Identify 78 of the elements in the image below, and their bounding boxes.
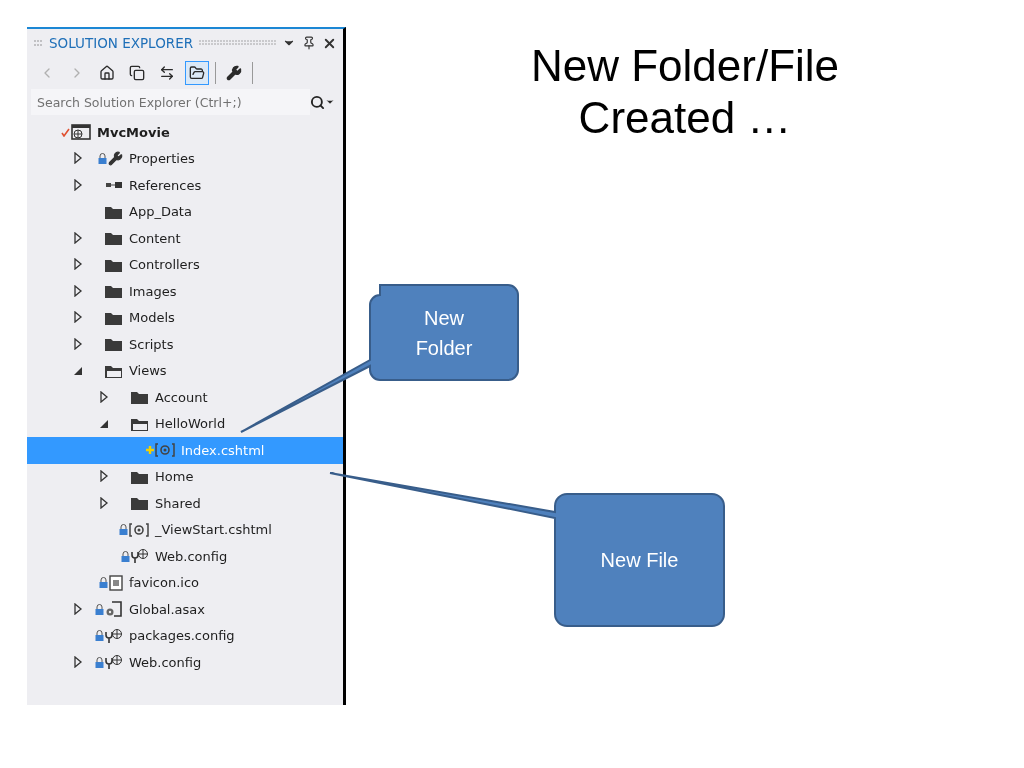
folder-icon: [104, 337, 123, 352]
tree-item[interactable]: Global.asax: [129, 601, 205, 617]
collapsed-arrow-icon[interactable]: [99, 390, 109, 403]
tree-item[interactable]: App_Data: [129, 204, 192, 220]
tree-item[interactable]: _ViewStart.cshtml: [155, 522, 272, 538]
folder-icon: [104, 284, 123, 299]
tree-item[interactable]: Web.config: [155, 548, 228, 564]
collapsed-arrow-icon[interactable]: [73, 231, 83, 244]
references-icon: [105, 181, 123, 190]
search-icon[interactable]: [310, 94, 325, 110]
folder-icon: [189, 65, 205, 81]
callout-text: New File: [600, 548, 679, 573]
tree-item[interactable]: Properties: [129, 151, 195, 167]
collapsed-arrow-icon[interactable]: [73, 258, 83, 271]
search-field[interactable]: Search Solution Explorer (Ctrl+;): [31, 89, 310, 115]
image-file-icon: [109, 574, 123, 591]
slide-title: New Folder/File: [530, 40, 840, 92]
open-folder-icon: [130, 416, 149, 431]
collapsed-arrow-icon[interactable]: [73, 602, 83, 615]
lock-icon: [121, 550, 130, 562]
collapsed-arrow-icon[interactable]: [99, 496, 109, 509]
collapsed-arrow-icon[interactable]: [73, 152, 83, 165]
folder-icon: [130, 469, 149, 484]
folder-icon: [104, 310, 123, 325]
stacked-windows-icon: [129, 65, 145, 81]
tree-item[interactable]: Account: [155, 389, 208, 405]
config-file-icon: [105, 628, 123, 643]
toolbar-button[interactable]: [185, 61, 209, 85]
sync-arrows-icon: [159, 65, 175, 81]
tree-item[interactable]: Home: [155, 469, 194, 485]
collapsed-arrow-icon[interactable]: [73, 655, 83, 668]
grip-icon: [199, 40, 276, 46]
folder-icon: [130, 496, 149, 511]
open-folder-icon: [104, 363, 123, 378]
grip-icon: [33, 40, 43, 46]
collapsed-arrow-icon[interactable]: [73, 337, 83, 350]
tree-item[interactable]: Controllers: [129, 257, 200, 273]
folder-icon: [104, 204, 123, 219]
config-file-icon: [105, 655, 123, 670]
collapsed-arrow-icon[interactable]: [73, 284, 83, 297]
folder-icon: [104, 257, 123, 272]
tree-item[interactable]: favicon.ico: [129, 575, 200, 591]
lock-icon: [95, 656, 104, 668]
callout-text: Folder: [415, 335, 473, 361]
lock-icon: [99, 577, 108, 589]
slide-title: Created …: [578, 92, 792, 144]
collapsed-arrow-icon[interactable]: [99, 470, 109, 483]
dropdown-icon[interactable]: [325, 97, 335, 107]
razor-file-icon: [129, 522, 149, 537]
lock-icon: [98, 153, 107, 165]
wrench-icon: [226, 65, 242, 81]
collapsed-arrow-icon[interactable]: [73, 311, 83, 324]
config-file-icon: [131, 549, 149, 564]
tree-item[interactable]: Scripts: [129, 336, 174, 352]
wrench-icon: [108, 151, 123, 167]
tree-item[interactable]: Views: [129, 363, 167, 379]
tree-item[interactable]: HelloWorld: [155, 416, 226, 432]
folder-icon: [104, 231, 123, 246]
lock-icon: [119, 524, 128, 536]
lock-icon: [95, 603, 104, 615]
tree-item[interactable]: Shared: [155, 495, 201, 511]
tree-item[interactable]: References: [129, 177, 202, 193]
tree-item[interactable]: Images: [129, 283, 177, 299]
tree-item[interactable]: Models: [129, 310, 175, 326]
panel-title: SOLUTION EXPLORER: [49, 35, 194, 51]
collapsed-arrow-icon[interactable]: [73, 178, 83, 191]
gear-file-icon: [105, 601, 123, 618]
web-project-icon: [71, 124, 91, 141]
tree-item[interactable]: packages.config: [129, 628, 235, 644]
tree-item[interactable]: Content: [129, 230, 181, 246]
home-icon: [99, 65, 115, 81]
pin-icon[interactable]: [302, 36, 316, 50]
callout-text: New: [424, 305, 464, 331]
razor-file-icon: [155, 443, 175, 458]
lock-icon: [95, 630, 104, 642]
tree-item[interactable]: MvcMovie: [97, 124, 170, 140]
folder-icon: [130, 390, 149, 405]
tree-item[interactable]: Web.config: [129, 654, 202, 670]
